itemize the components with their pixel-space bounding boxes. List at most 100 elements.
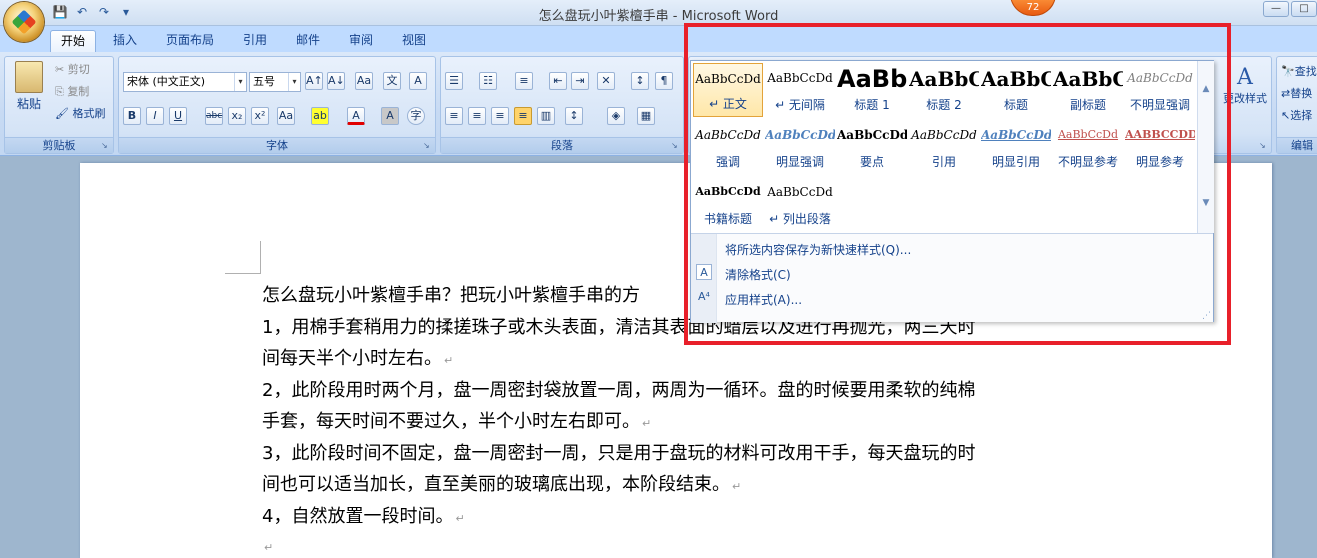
- doc-line[interactable]: 手套，每天时间不要过久，半个小时左右即可。 ↵: [262, 407, 651, 433]
- window-controls: — □: [1263, 1, 1317, 17]
- enclose-char-button[interactable]: 字: [407, 107, 425, 125]
- italic-button[interactable]: I: [146, 107, 164, 125]
- select-button[interactable]: ↖选择: [1281, 107, 1312, 123]
- paragraph-group-label: 段落: [441, 137, 683, 153]
- font-color-button[interactable]: A: [347, 107, 365, 125]
- borders-icon: ▦: [637, 107, 655, 125]
- align-left-button[interactable]: ≡: [445, 107, 463, 125]
- decrease-indent-button[interactable]: ⇤: [549, 72, 567, 90]
- justify-icon: ≡: [514, 107, 532, 125]
- tab-review[interactable]: 审阅: [340, 30, 382, 52]
- doc-line[interactable]: 怎么盘玩小叶紫檀手串？把玩小叶紫檀手串的方: [262, 281, 640, 307]
- paragraph-group: ☰ ☷ ≡ ⇤ ⇥ ✕ ↕ ¶ ≡ ≡ ≡ ≡ ▥ ↕ ◈ ▦ 段落 ↘: [440, 56, 684, 154]
- margin-corner-mark: [260, 241, 261, 274]
- show-marks-button[interactable]: ¶: [655, 72, 673, 90]
- change-case-button[interactable]: Aa: [277, 107, 295, 125]
- tab-page-layout[interactable]: 页面布局: [158, 30, 222, 52]
- align-center-icon: ≡: [468, 107, 486, 125]
- sort-button[interactable]: ↕: [631, 72, 649, 90]
- font-size-combo[interactable]: 五号 ▾: [249, 72, 301, 92]
- margin-corner-mark: [225, 273, 261, 274]
- tab-references[interactable]: 引用: [234, 30, 276, 52]
- align-right-icon: ≡: [491, 107, 509, 125]
- paste-button[interactable]: 粘贴: [11, 61, 47, 112]
- char-border-button[interactable]: A: [409, 72, 427, 90]
- strikethrough-button[interactable]: abc: [205, 107, 223, 125]
- clear-format-button[interactable]: Aa: [355, 72, 373, 90]
- find-button[interactable]: 🔭查找: [1281, 63, 1317, 79]
- format-painter-button[interactable]: 🖌 格式刷: [55, 105, 105, 121]
- superscript-icon: x²: [251, 107, 269, 125]
- char-shading-button[interactable]: A: [381, 107, 399, 125]
- phonetic-icon: 文: [383, 72, 401, 90]
- align-right-button[interactable]: ≡: [491, 107, 509, 125]
- doc-line[interactable]: ↵: [262, 535, 273, 556]
- cut-button[interactable]: ✂ 剪切: [55, 61, 90, 77]
- numbering-button[interactable]: ☷: [479, 72, 497, 90]
- enclose-char-icon: 字: [407, 107, 425, 125]
- paragraph-mark-icon: ↵: [455, 512, 465, 525]
- maximize-button[interactable]: □: [1291, 1, 1317, 17]
- grow-font-button[interactable]: A↑: [305, 72, 323, 90]
- replace-button[interactable]: ⇄替换: [1281, 85, 1312, 101]
- editing-group-label: 编辑: [1277, 137, 1317, 153]
- borders-button[interactable]: ▦: [637, 107, 655, 125]
- line-spacing-icon: ↕: [565, 107, 583, 125]
- underline-button[interactable]: U: [169, 107, 187, 125]
- font-name-combo[interactable]: 宋体 (中文正文) ▾: [123, 72, 247, 92]
- subscript-button[interactable]: x₂: [228, 107, 246, 125]
- editing-group: 🔭查找 ⇄替换 ↖选择 编辑: [1276, 56, 1317, 154]
- copy-icon: ⎘: [55, 85, 64, 98]
- highlight-button[interactable]: ab: [311, 107, 329, 125]
- shading-button[interactable]: ◈: [607, 107, 625, 125]
- align-center-button[interactable]: ≡: [468, 107, 486, 125]
- justify-button[interactable]: ≡: [514, 107, 532, 125]
- doc-line[interactable]: 3，此阶段时间不固定，盘一周密封一周，只是用于盘玩的材料可改用干手，每天盘玩的时: [262, 439, 975, 465]
- multilevel-list-icon: ≡: [515, 72, 533, 90]
- paragraph-mark-icon: ↵: [642, 417, 652, 430]
- align-left-icon: ≡: [445, 107, 463, 125]
- font-group: 宋体 (中文正文) ▾ 五号 ▾ A↑ A↓ Aa 文 A B I U abc x₂…: [118, 56, 436, 154]
- scissors-icon: ✂: [55, 63, 65, 76]
- superscript-button[interactable]: x²: [251, 107, 269, 125]
- shrink-font-button[interactable]: A↓: [327, 72, 345, 90]
- italic-icon: I: [146, 107, 164, 125]
- doc-line[interactable]: 间也可以适当加长，直至美丽的玻璃底出现，本阶段结束。 ↵: [262, 470, 741, 496]
- tab-insert[interactable]: 插入: [104, 30, 146, 52]
- doc-line[interactable]: 2，此阶段用时两个月，盘一周密封袋放置一周，两周为一循环。盘的时候要用柔软的纯棉: [262, 376, 975, 402]
- change-case-icon: Aa: [277, 107, 295, 125]
- multilevel-list-button[interactable]: ≡: [515, 72, 533, 90]
- chinese-layout-icon: ✕: [597, 72, 615, 90]
- line-spacing-button[interactable]: ↕: [565, 107, 583, 125]
- font-group-label: 字体: [119, 137, 435, 153]
- bold-button[interactable]: B: [123, 107, 141, 125]
- copy-button[interactable]: ⎘ 复制: [55, 83, 89, 99]
- strikethrough-icon: abc: [205, 107, 223, 125]
- chinese-layout-button[interactable]: ✕: [597, 72, 615, 90]
- dialog-launcher-icon[interactable]: ↘: [1259, 141, 1269, 151]
- office-button[interactable]: [4, 2, 44, 42]
- phonetic-guide-button[interactable]: 文: [383, 72, 401, 90]
- clipboard-group: 粘贴 ✂ 剪切 ⎘ 复制 🖌 格式刷 剪贴板 ↘: [4, 56, 114, 154]
- cursor-icon: ↖: [1281, 109, 1291, 122]
- paragraph-mark-icon: ↵: [732, 480, 742, 493]
- office-logo-icon: [11, 9, 37, 35]
- increase-indent-button[interactable]: ⇥: [571, 72, 589, 90]
- bullets-button[interactable]: ☰: [445, 72, 463, 90]
- paint-bucket-icon: ◈: [607, 107, 625, 125]
- dialog-launcher-icon[interactable]: ↘: [423, 141, 433, 151]
- font-color-icon: A: [347, 107, 365, 125]
- minimize-button[interactable]: —: [1263, 1, 1289, 17]
- doc-line[interactable]: 4，自然放置一段时间。 ↵: [262, 502, 465, 528]
- paragraph-mark-icon: ↵: [264, 541, 274, 554]
- shrink-font-icon: A↓: [327, 72, 345, 90]
- increase-indent-icon: ⇥: [571, 72, 589, 90]
- char-shading-icon: A: [381, 107, 399, 125]
- doc-line[interactable]: 间每天半个小时左右。 ↵: [262, 344, 453, 370]
- distributed-button[interactable]: ▥: [537, 107, 555, 125]
- tab-home[interactable]: 开始: [50, 30, 96, 52]
- tab-mailings[interactable]: 邮件: [287, 30, 329, 52]
- tab-view[interactable]: 视图: [393, 30, 435, 52]
- dialog-launcher-icon[interactable]: ↘: [101, 141, 111, 151]
- dialog-launcher-icon[interactable]: ↘: [671, 141, 681, 151]
